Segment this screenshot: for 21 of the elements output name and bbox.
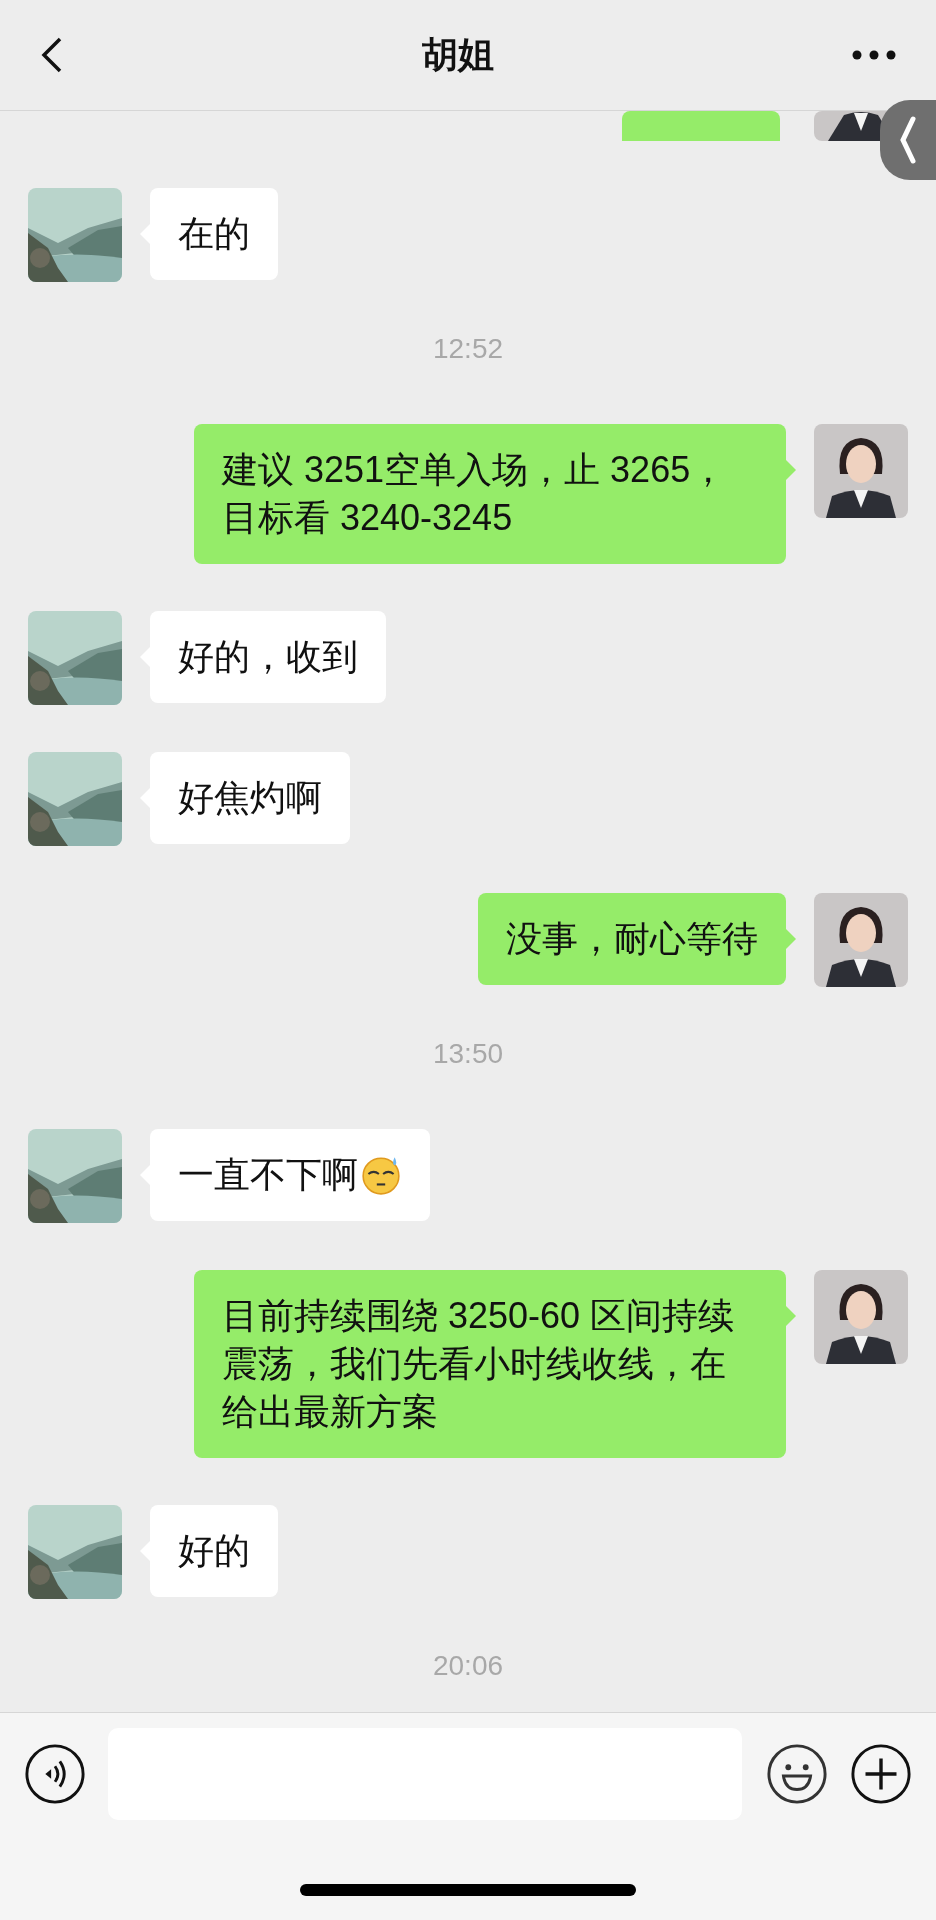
message-text: 好的 [178,1529,250,1573]
person-avatar-icon [814,1270,908,1364]
message-text: 建议 3251空单入场，止 3265，目标看 3240-3245 [222,448,728,540]
voice-icon[interactable] [24,1743,86,1805]
message-text: 一直不下啊 [178,1153,358,1197]
message-text: 没事，耐心等待 [506,917,758,961]
chat-title: 胡姐 [422,32,494,77]
message-text: 好焦灼啊 [178,776,322,820]
timestamp: 12:52 [432,332,504,366]
timestamp: 20:06 [432,1649,504,1683]
message-text: 目前持续围绕 3250-60 区间持续震荡，我们先看小时线收线，在给出最新方案 [222,1294,736,1434]
more-icon[interactable] [852,50,896,60]
back-icon[interactable] [40,36,64,74]
plus-icon[interactable] [850,1743,912,1805]
emoji-button-icon[interactable] [766,1743,828,1805]
message-text: 在的 [178,212,250,256]
person-avatar-icon [814,424,908,518]
person-avatar-icon [814,893,908,987]
message-text: 好的，收到 [178,635,358,679]
side-handle[interactable] [880,100,936,180]
timestamp: 13:50 [432,1037,504,1071]
